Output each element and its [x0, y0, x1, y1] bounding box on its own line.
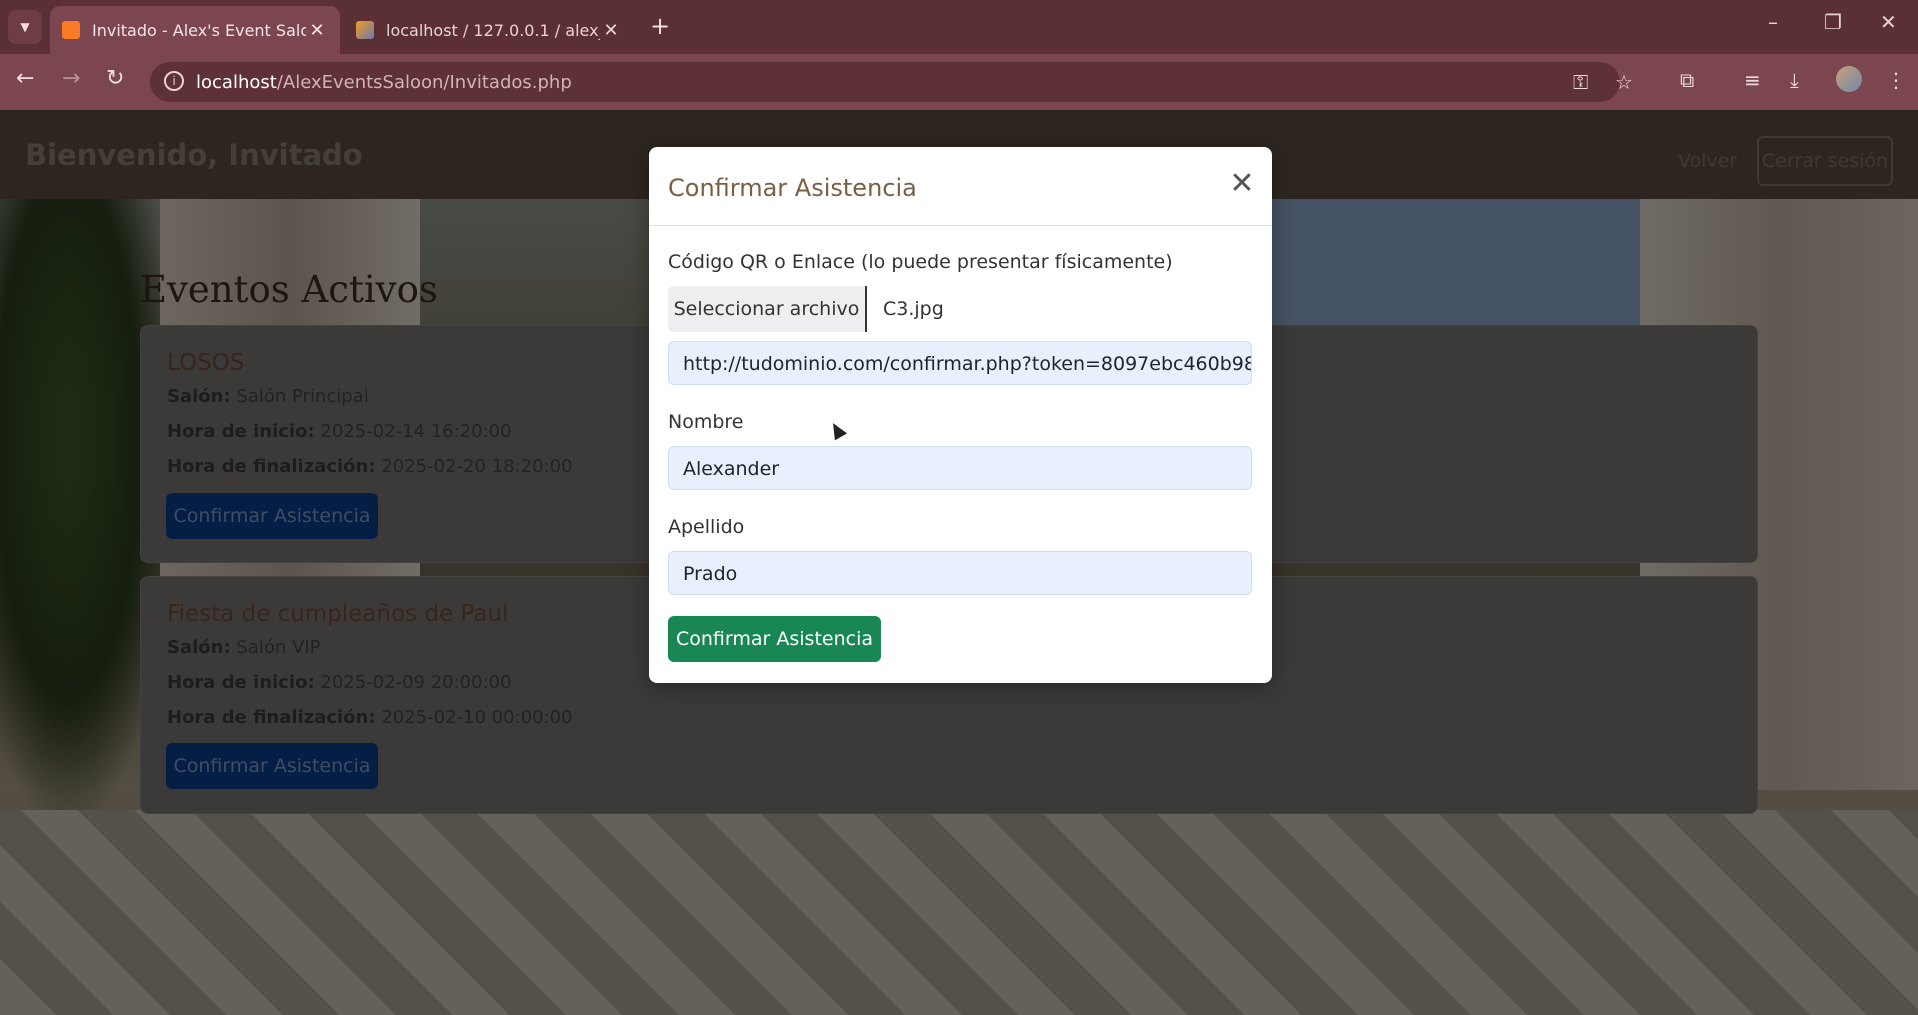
phpmyadmin-icon — [356, 21, 374, 39]
link-field[interactable]: http://tudominio.com/confirmar.php?token… — [668, 341, 1252, 385]
url-text: localhost/AlexEventsSaloon/Invitados.php — [196, 72, 572, 93]
modal-header: Confirmar Asistencia ✕ — [649, 147, 1272, 226]
nombre-label: Nombre — [668, 411, 744, 433]
profile-avatar[interactable] — [1836, 66, 1862, 92]
back-icon[interactable]: ← — [16, 66, 34, 91]
apellido-label: Apellido — [668, 516, 745, 538]
download-icon[interactable]: ⤓ — [1790, 68, 1799, 92]
site-info-icon[interactable]: i — [164, 71, 184, 91]
menu-kebab-icon[interactable]: ⋮ — [1886, 68, 1906, 92]
close-window-icon[interactable]: ✕ — [1880, 10, 1897, 34]
browser-toolbar: ← → ↻ i localhost/AlexEventsSaloon/Invit… — [0, 54, 1918, 110]
close-tab-icon[interactable]: ✕ — [306, 20, 328, 41]
xampp-icon — [62, 21, 80, 39]
qr-label: Código QR o Enlace (lo puede presentar f… — [668, 251, 1173, 273]
close-icon[interactable]: ✕ — [1227, 169, 1257, 199]
reload-icon[interactable]: ↻ — [106, 66, 124, 91]
media-controls-icon[interactable]: ≡ — [1744, 68, 1761, 92]
apellido-field[interactable]: Prado — [668, 551, 1252, 595]
nombre-field[interactable]: Alexander — [668, 446, 1252, 490]
selected-file-name: C3.jpg — [883, 298, 944, 320]
tab-title: Invitado - Alex's Event Saloon — [92, 20, 306, 40]
restore-icon[interactable]: ❐ — [1824, 10, 1842, 34]
tab-title: localhost / 127.0.0.1 / alex_even — [386, 20, 600, 40]
new-tab-button[interactable]: + — [650, 12, 670, 40]
extensions-icon[interactable]: ⧉ — [1680, 68, 1694, 92]
minimize-icon[interactable]: – — [1768, 10, 1778, 34]
confirm-attendance-modal: Confirmar Asistencia ✕ Código QR o Enlac… — [649, 147, 1272, 683]
password-key-icon[interactable]: ⚿ — [1573, 70, 1588, 94]
browser-chrome: ▼ Invitado - Alex's Event Saloon ✕ local… — [0, 0, 1918, 110]
select-file-button[interactable]: Seleccionar archivo — [668, 286, 867, 332]
tab-invitado[interactable]: Invitado - Alex's Event Saloon ✕ — [50, 6, 340, 54]
forward-icon[interactable]: → — [62, 66, 80, 91]
tab-phpmyadmin[interactable]: localhost / 127.0.0.1 / alex_even ✕ — [344, 6, 634, 54]
qr-file-input[interactable]: Seleccionar archivo C3.jpg — [668, 286, 1246, 332]
bookmark-star-icon[interactable]: ☆ — [1615, 70, 1633, 94]
tab-strip: ▼ Invitado - Alex's Event Saloon ✕ local… — [0, 0, 1918, 54]
submit-attendance-button[interactable]: Confirmar Asistencia — [668, 616, 881, 662]
address-bar[interactable]: i localhost/AlexEventsSaloon/Invitados.p… — [150, 62, 1633, 102]
close-tab-icon[interactable]: ✕ — [600, 20, 622, 41]
tab-search-button[interactable]: ▼ — [8, 10, 42, 44]
modal-title: Confirmar Asistencia — [668, 174, 917, 202]
